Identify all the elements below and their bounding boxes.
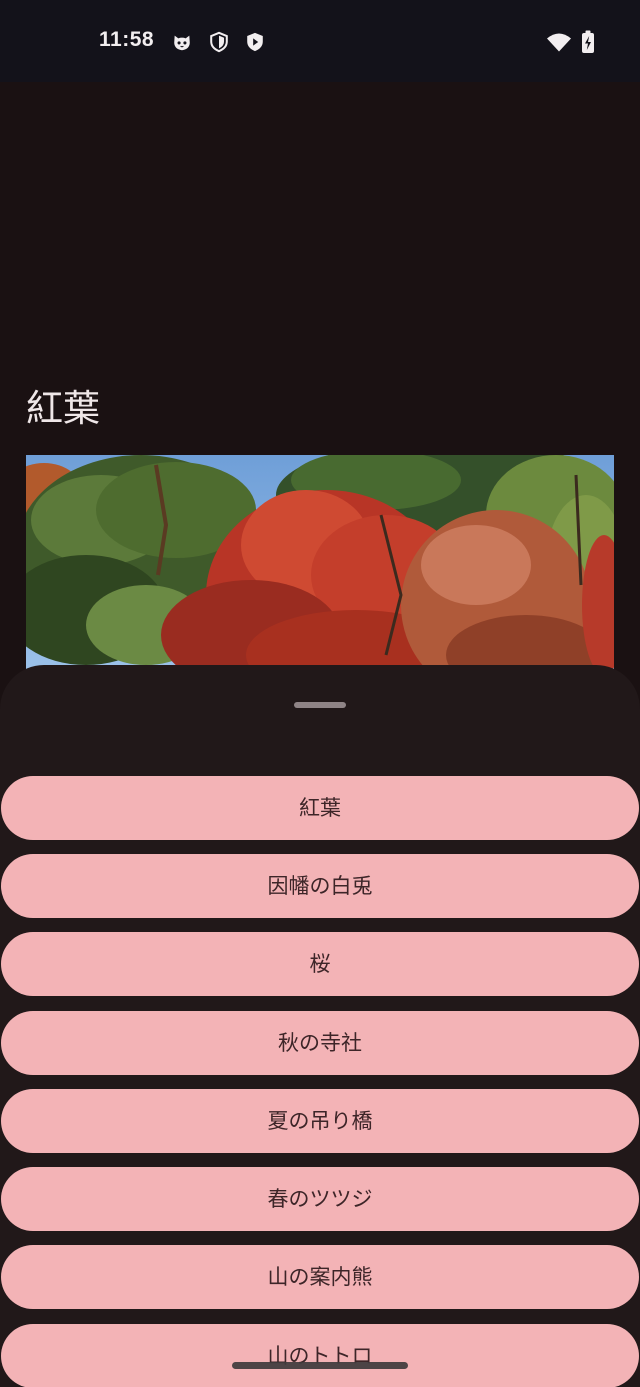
option-button-1[interactable]: 紅葉	[1, 776, 639, 840]
option-button-5[interactable]: 夏の吊り橋	[1, 1089, 639, 1153]
status-bar: 11:58	[0, 0, 640, 82]
option-button-8[interactable]: 山のトトロ	[1, 1324, 639, 1387]
page-title: 紅葉	[26, 387, 100, 430]
hero-image	[26, 455, 614, 683]
shield-icon	[208, 30, 230, 54]
option-button-7[interactable]: 山の案内熊	[1, 1245, 639, 1309]
option-button-4[interactable]: 秋の寺社	[1, 1011, 639, 1075]
play-shield-icon	[244, 30, 266, 54]
option-button-2[interactable]: 因幡の白兎	[1, 854, 639, 918]
battery-charging-icon	[580, 30, 596, 54]
gesture-nav-handle[interactable]	[232, 1362, 408, 1369]
status-time: 11:58	[99, 28, 155, 51]
option-button-6[interactable]: 春のツツジ	[1, 1167, 639, 1231]
wifi-icon	[546, 30, 572, 54]
cat-face-icon	[171, 30, 193, 54]
bottom-sheet: 紅葉 因幡の白兎 桜 秋の寺社 夏の吊り橋 春のツツジ 山の案内熊 山のトトロ	[0, 665, 640, 1387]
option-button-3[interactable]: 桜	[1, 932, 639, 996]
drag-handle[interactable]	[294, 702, 346, 708]
app-screen: 11:58 紅葉 紅葉 因幡の白兎 桜 秋の寺社 夏の吊り橋 春のツツジ 山の案…	[0, 0, 640, 1387]
